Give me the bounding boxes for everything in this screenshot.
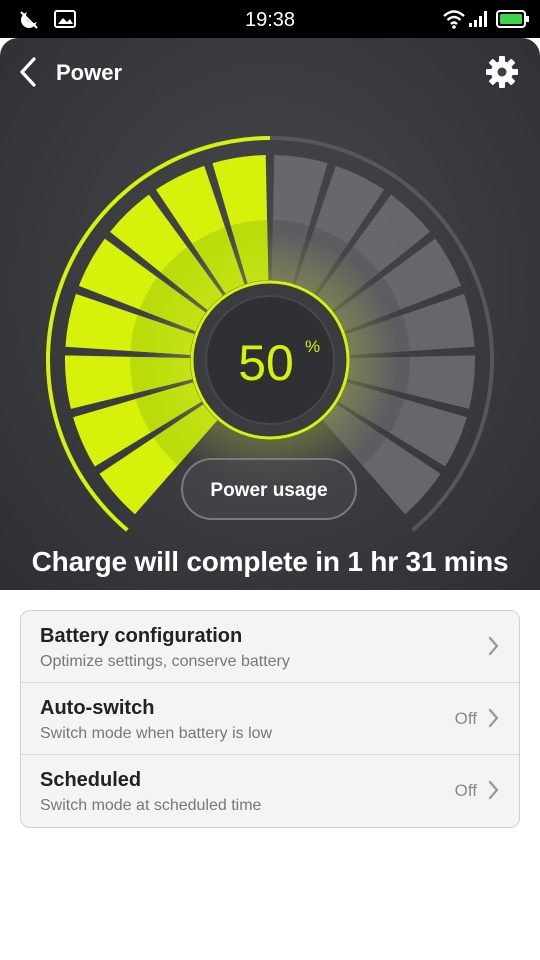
list-item-subtitle: Optimize settings, conserve battery	[40, 653, 290, 670]
list-item-value: Off	[454, 781, 477, 800]
list-item-subtitle: Switch mode when battery is low	[40, 725, 273, 742]
gear-icon	[486, 56, 518, 88]
chevron-left-icon	[20, 57, 36, 87]
status-bar: 19:38	[0, 0, 540, 38]
chevron-right-icon	[488, 636, 499, 656]
chevron-right-icon	[488, 708, 499, 728]
signal-icon	[469, 11, 487, 27]
list-item-subtitle: Switch mode at scheduled time	[40, 797, 262, 814]
list-item-value: Off	[454, 709, 477, 728]
back-button[interactable]	[12, 52, 48, 92]
settings-button[interactable]	[482, 52, 522, 92]
list-item-battery-configuration[interactable]: Battery configuration Optimize settings,…	[21, 611, 519, 683]
list-item-title: Scheduled	[40, 769, 142, 791]
list-item-scheduled[interactable]: Scheduled Switch mode at scheduled time …	[21, 755, 519, 827]
battery-percent-sign: %	[305, 337, 320, 356]
list-item-auto-switch[interactable]: Auto-switch Switch mode when battery is …	[21, 683, 519, 755]
power-usage-button[interactable]: Power usage	[181, 458, 357, 520]
list-item-title: Auto-switch	[40, 697, 155, 719]
battery-charging-icon	[496, 10, 529, 28]
page-title: Power	[56, 60, 123, 85]
settings-list: Battery configuration Optimize settings,…	[20, 610, 520, 828]
charge-status: Charge will complete in 1 hr 31 mins	[31, 546, 509, 577]
chevron-right-icon	[488, 780, 499, 800]
power-hero: 50% Power Power usage Charge will comple…	[0, 38, 540, 590]
wifi-icon	[443, 10, 465, 29]
list-item-title: Battery configuration	[40, 625, 243, 647]
top-bar: Power	[0, 38, 540, 108]
battery-percent: 50	[238, 335, 294, 391]
